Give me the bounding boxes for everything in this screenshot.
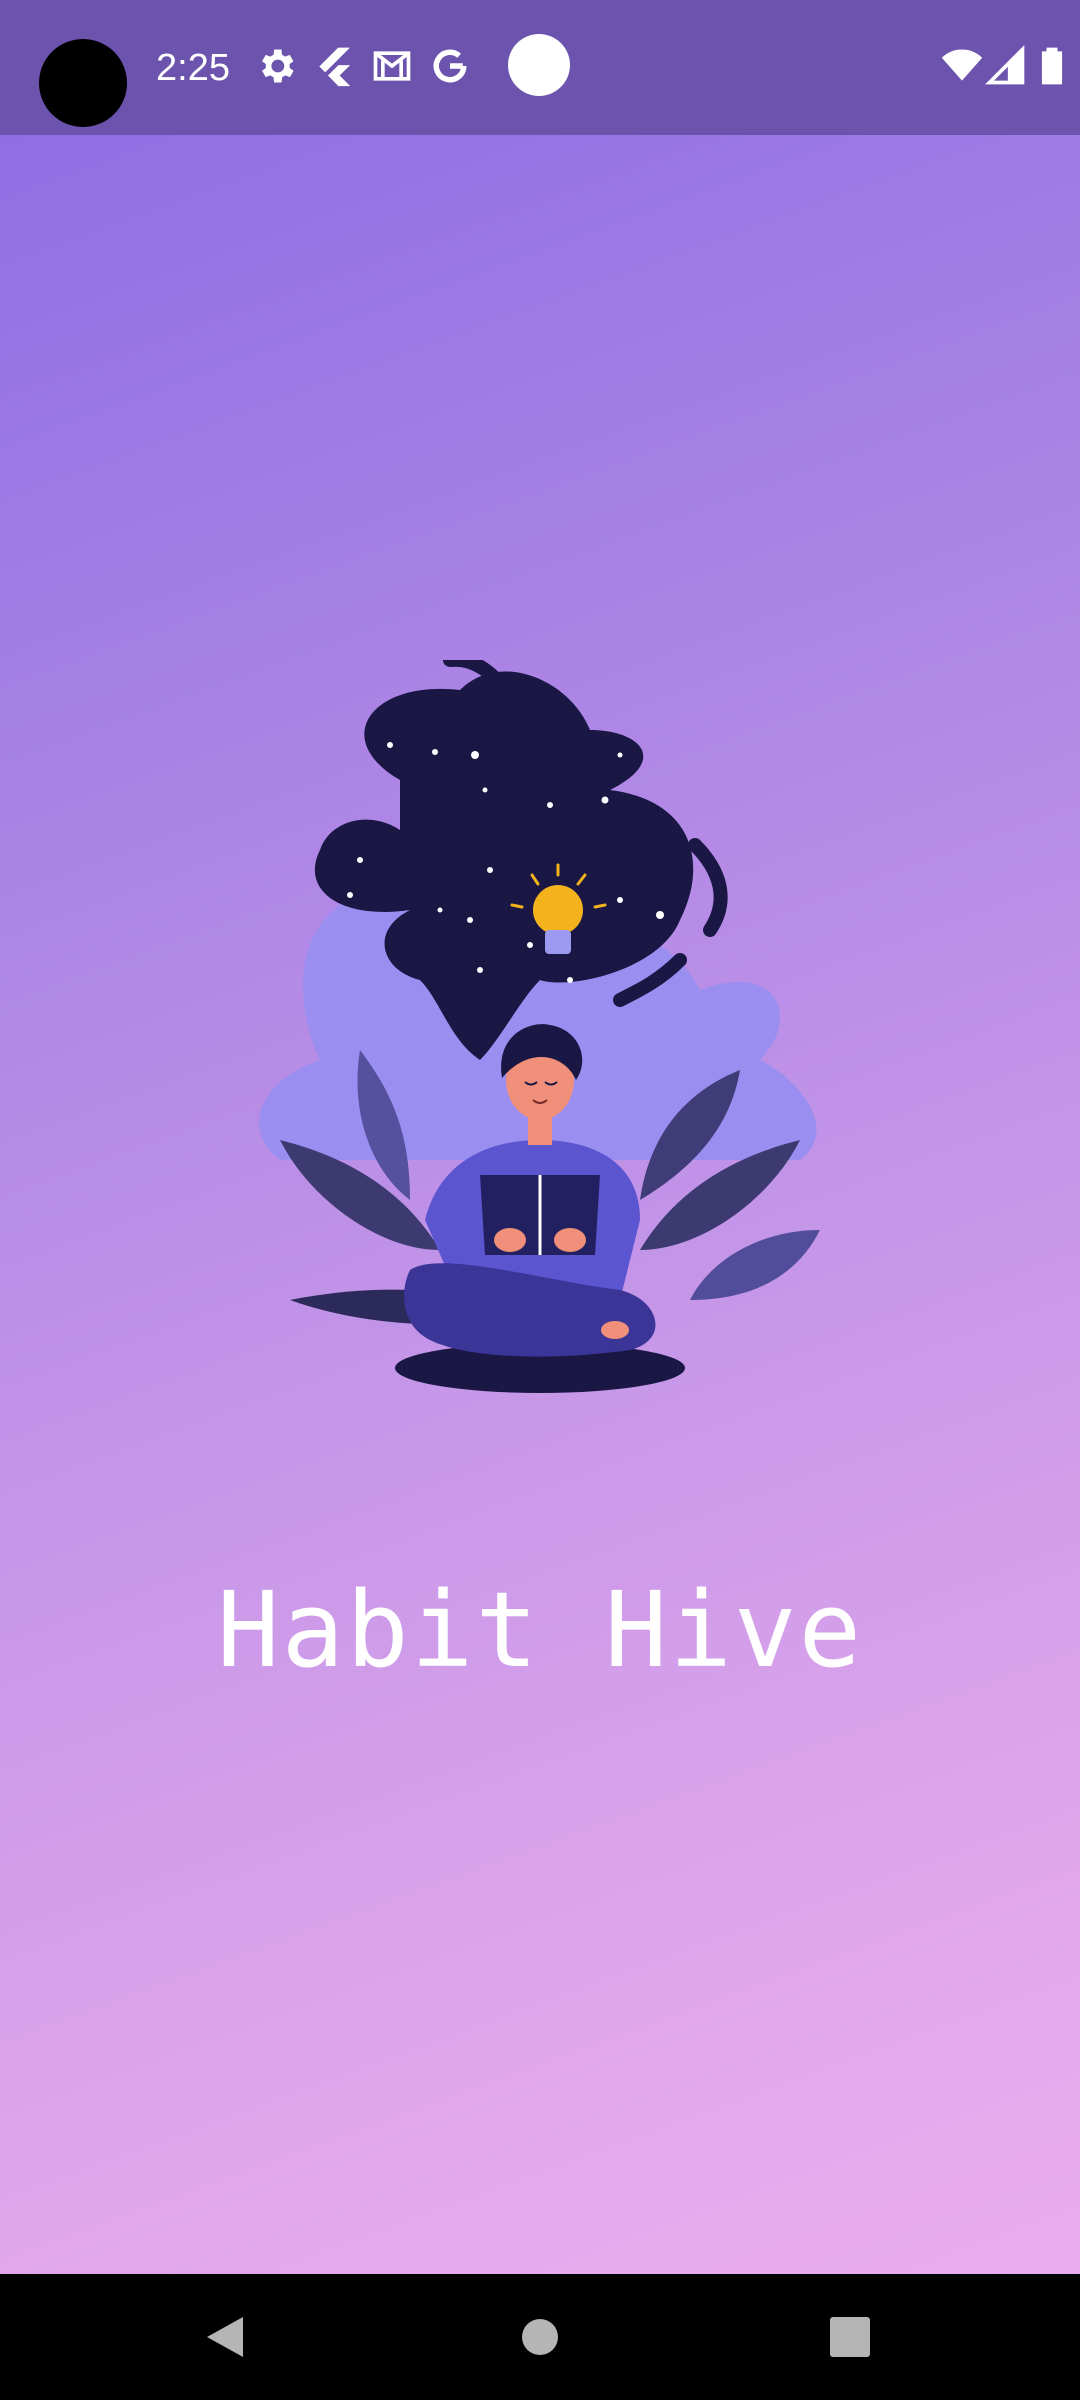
gmail-icon <box>373 51 411 81</box>
home-icon <box>522 2319 558 2355</box>
battery-icon <box>1041 47 1063 85</box>
google-icon <box>433 49 467 83</box>
leaf <box>690 1230 820 1300</box>
hair-swirl <box>688 838 728 937</box>
notification-dot <box>508 34 570 96</box>
recents-button[interactable] <box>770 2274 930 2400</box>
back-button[interactable] <box>145 2274 305 2400</box>
navigation-bar <box>0 2274 1080 2400</box>
foot <box>601 1321 629 1339</box>
splash-screen: 2:25 Habit Hive <box>0 0 1080 2400</box>
back-icon <box>207 2317 243 2357</box>
status-clock: 2:25 <box>156 47 230 89</box>
left-hand <box>494 1228 526 1252</box>
recents-icon <box>830 2317 870 2357</box>
home-button[interactable] <box>460 2274 620 2400</box>
app-title: Habit Hive <box>216 1569 864 1691</box>
status-bar: 2:25 <box>0 0 1080 135</box>
camera-cutout <box>39 39 127 127</box>
right-hand <box>554 1228 586 1252</box>
wifi-icon <box>941 49 983 81</box>
cell-signal-icon <box>985 45 1025 85</box>
gear-icon <box>262 49 294 83</box>
meditation-illustration <box>259 660 820 1393</box>
flutter-icon <box>319 47 351 87</box>
